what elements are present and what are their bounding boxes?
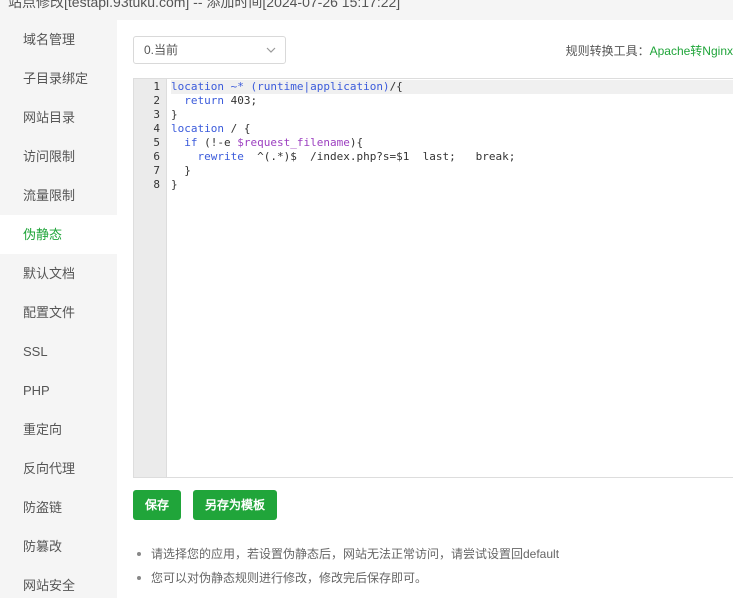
line-number: 4 (153, 122, 160, 135)
line-number: 1 (153, 80, 160, 93)
editor-gutter: 1 2 3 4 5 6 7 8 (134, 79, 167, 477)
code-line[interactable]: return 403; (171, 94, 733, 108)
code-line[interactable]: location / { (171, 122, 733, 136)
line-number: 5 (153, 136, 160, 149)
rewrite-template-select[interactable]: 0.当前 (133, 36, 286, 64)
rewrite-code-editor[interactable]: 1 2 3 4 5 6 7 8 location ~* (runtime|app… (133, 78, 733, 478)
sidebar-item-ssl[interactable]: SSL (0, 332, 117, 371)
tips-list: 请选择您的应用，若设置伪静态后，网站无法正常访问，请尝试设置回default 您… (137, 542, 559, 590)
code-line[interactable]: location ~* (runtime|application)/{ (171, 80, 733, 94)
line-number: 6 (153, 150, 160, 163)
sidebar-item-site-directory[interactable]: 网站目录 (0, 98, 117, 137)
tip-item: 您可以对伪静态规则进行修改，修改完后保存即可。 (137, 566, 559, 590)
save-button[interactable]: 保存 (133, 490, 182, 520)
rewrite-template-select-value: 0.当前 (144, 43, 179, 57)
sidebar-item-tamper-protection[interactable]: 防篡改 (0, 527, 117, 566)
tip-text: 您可以对伪静态规则进行修改，修改完后保存即可。 (151, 571, 428, 585)
sidebar-item-default-document[interactable]: 默认文档 (0, 254, 117, 293)
code-line[interactable]: rewrite ^(.*)$ /index.php?s=$1 last; bre… (171, 150, 733, 164)
sidebar-item-config-file[interactable]: 配置文件 (0, 293, 117, 332)
tip-text: 请选择您的应用，若设置伪静态后，网站无法正常访问，请尝试设置回default (151, 547, 560, 561)
rewrite-panel: 0.当前 规则转换工具：Apache转Nginx 1 2 3 4 5 6 7 8 (117, 20, 733, 598)
bullet-icon (137, 575, 141, 580)
code-line[interactable]: } (171, 178, 733, 192)
rule-converter-label: 规则转换工具： (565, 44, 650, 58)
sidebar-item-traffic-limit[interactable]: 流量限制 (0, 176, 117, 215)
code-line[interactable]: } (171, 164, 733, 178)
save-as-template-button[interactable]: 另存为模板 (193, 490, 278, 520)
site-settings-window: 站点修改[testapi.93tuku.com] -- 添加时间[2024-07… (0, 0, 733, 598)
sidebar-item-php[interactable]: PHP (0, 371, 117, 410)
sidebar-item-domain[interactable]: 域名管理 (0, 20, 117, 59)
rule-converter-link[interactable]: Apache转Nginx (650, 44, 733, 58)
line-number: 2 (153, 94, 160, 107)
editor-code-area[interactable]: location ~* (runtime|application)/{ retu… (171, 79, 733, 477)
sidebar-item-hotlink-protection[interactable]: 防盗链 (0, 488, 117, 527)
sidebar-item-redirect[interactable]: 重定向 (0, 410, 117, 449)
sidebar-item-rewrite[interactable]: 伪静态 (0, 215, 117, 254)
settings-sidebar: 域名管理 子目录绑定 网站目录 访问限制 流量限制 伪静态 默认文档 配置文件 … (0, 20, 117, 598)
tip-item: 请选择您的应用，若设置伪静态后，网站无法正常访问，请尝试设置回default (137, 542, 559, 566)
code-line[interactable]: } (171, 108, 733, 122)
chevron-down-icon (266, 47, 276, 53)
code-line[interactable]: if (!-e $request_filename){ (171, 136, 733, 150)
line-number: 3 (153, 108, 160, 121)
window-title: 站点修改[testapi.93tuku.com] -- 添加时间[2024-07… (8, 0, 401, 10)
sidebar-item-reverse-proxy[interactable]: 反向代理 (0, 449, 117, 488)
bullet-icon (137, 551, 141, 556)
sidebar-item-access-limit[interactable]: 访问限制 (0, 137, 117, 176)
line-number: 8 (153, 178, 160, 191)
rule-converter: 规则转换工具：Apache转Nginx (566, 42, 733, 59)
sidebar-item-subdirectory-binding[interactable]: 子目录绑定 (0, 59, 117, 98)
window-titlebar: 站点修改[testapi.93tuku.com] -- 添加时间[2024-07… (0, 0, 733, 21)
line-number: 7 (153, 164, 160, 177)
sidebar-item-site-security[interactable]: 网站安全 (0, 566, 117, 598)
